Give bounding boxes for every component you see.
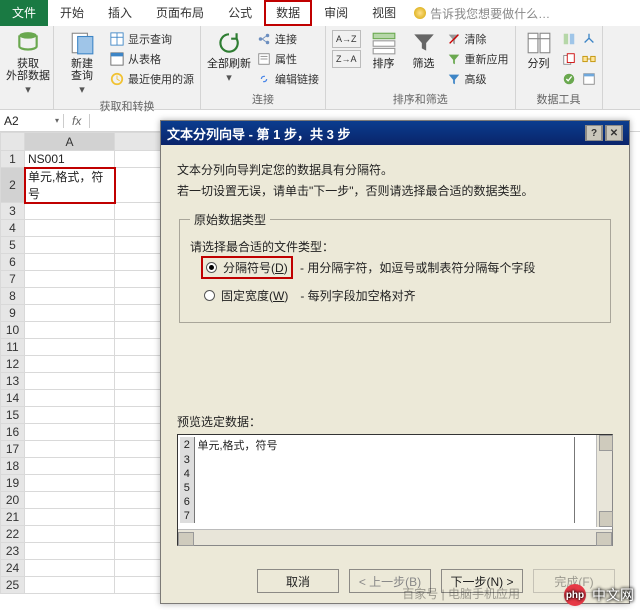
help-button[interactable]: ? — [585, 125, 603, 141]
tab-insert[interactable]: 插入 — [96, 0, 144, 26]
name-box[interactable]: A2▾ — [0, 114, 64, 128]
reapply-icon — [447, 52, 461, 66]
dialog-titlebar[interactable]: 文本分列向导 - 第 1 步，共 3 步 ? ✕ — [161, 121, 629, 145]
wizard-intro-1: 文本分列向导判定您的数据具有分隔符。 — [177, 161, 613, 178]
choose-type-label: 请选择最合适的文件类型： — [190, 238, 600, 255]
flash-fill-button[interactable] — [562, 30, 576, 48]
help-icon: ? — [586, 125, 602, 141]
select-all-corner[interactable] — [1, 133, 25, 151]
radio-icon — [204, 290, 215, 301]
radio-icon — [206, 262, 217, 273]
original-data-type-fieldset: 原始数据类型 请选择最合适的文件类型： 分隔符号(D) - 用分隔字符，如逗号或… — [179, 211, 611, 323]
radio-fixed-width[interactable]: 固定宽度(W) - 每列字段加空格对齐 — [204, 287, 600, 304]
tab-formulas[interactable]: 公式 — [216, 0, 264, 26]
fieldset-legend: 原始数据类型 — [190, 211, 270, 228]
sort-button[interactable]: 排序 — [367, 30, 401, 70]
watermark-secondary: 百家号 | 电脑手机应用 — [402, 585, 520, 602]
group-connections: 连接 — [207, 89, 319, 107]
new-query-button[interactable]: 新建 查询▾ — [60, 30, 104, 96]
remove-dup-button[interactable] — [562, 50, 576, 68]
from-table-button[interactable]: 从表格 — [110, 50, 194, 68]
filter-icon — [411, 30, 437, 56]
preview-scrollbar-vertical[interactable] — [596, 435, 612, 527]
text-to-columns-wizard-dialog: 文本分列向导 - 第 1 步，共 3 步 ? ✕ 文本分列向导判定您的数据具有分… — [160, 120, 630, 604]
fx-icon: fx — [72, 114, 81, 128]
clear-filter-button[interactable]: 清除 — [447, 30, 509, 48]
dropdown-icon: ▾ — [55, 116, 59, 125]
tell-me[interactable]: 告诉我您想要做什么… — [414, 5, 550, 22]
cell-a2[interactable]: 单元,格式，符号 — [25, 168, 115, 203]
group-get-transform: 获取和转换 — [60, 96, 194, 114]
tab-data[interactable]: 数据 — [264, 0, 312, 26]
text-to-columns-icon — [526, 30, 552, 56]
tab-layout[interactable]: 页面布局 — [144, 0, 216, 26]
sort-asc-icon: A→Z — [336, 34, 357, 44]
new-query-icon — [69, 30, 95, 56]
edit-links-button[interactable]: 编辑链接 — [257, 70, 319, 88]
show-queries-button[interactable]: 显示查询 — [110, 30, 194, 48]
get-external-data-button[interactable]: 获取 外部数据▾ — [6, 30, 50, 96]
manage-model-button[interactable] — [582, 70, 596, 88]
close-button[interactable]: ✕ — [605, 125, 623, 141]
database-download-icon — [15, 30, 41, 56]
tab-review[interactable]: 审阅 — [312, 0, 360, 26]
from-table-icon — [110, 52, 124, 66]
validation-icon — [562, 72, 576, 86]
recent-icon — [110, 72, 124, 86]
column-header-a[interactable]: A — [25, 133, 115, 151]
advanced-icon — [447, 72, 461, 86]
tab-view[interactable]: 视图 — [360, 0, 408, 26]
relations-icon — [582, 52, 596, 66]
connections-icon — [257, 32, 271, 46]
flash-fill-icon — [562, 32, 576, 46]
cell-a1[interactable]: NS001 — [25, 151, 115, 168]
recent-sources-button[interactable]: 最近使用的源 — [110, 70, 194, 88]
group-sort-filter: 排序和筛选 — [332, 89, 509, 107]
text-to-columns-button[interactable]: 分列 — [522, 30, 556, 70]
bulb-icon — [414, 7, 426, 19]
properties-button[interactable]: 属性 — [257, 50, 319, 68]
refresh-icon — [216, 30, 242, 56]
php-logo-icon: php — [564, 584, 586, 606]
sort-icon — [371, 30, 397, 56]
advanced-filter-button[interactable]: 高级 — [447, 70, 509, 88]
relationships-button[interactable] — [582, 50, 596, 68]
cancel-button[interactable]: 取消 — [257, 569, 339, 593]
close-icon: ✕ — [606, 125, 622, 141]
row-header-1[interactable]: 1 — [1, 151, 25, 168]
sort-desc-button[interactable]: Z→A — [332, 50, 361, 68]
radio-fixed-desc: - 每列字段加空格对齐 — [300, 287, 415, 304]
reapply-button[interactable]: 重新应用 — [447, 50, 509, 68]
radio-delimited-desc: - 用分隔字符，如逗号或制表符分隔每个字段 — [300, 261, 535, 275]
preview-label: 预览选定数据： — [177, 413, 613, 430]
filter-button[interactable]: 筛选 — [407, 30, 441, 70]
link-icon — [257, 72, 271, 86]
connections-button[interactable]: 连接 — [257, 30, 319, 48]
fx-button[interactable]: fx — [64, 114, 90, 128]
preview-row: 2单元,格式，符号 — [180, 437, 574, 453]
datamodel-icon — [582, 72, 596, 86]
group-data-tools: 数据工具 — [522, 89, 596, 107]
wizard-intro-2: 若一切设置无误，请单击"下一步"，否则请选择最合适的数据类型。 — [177, 182, 613, 199]
consolidate-button[interactable] — [582, 30, 596, 48]
consolidate-icon — [582, 32, 596, 46]
table-icon — [110, 32, 124, 46]
radio-delimited[interactable]: 分隔符号(D) — [204, 259, 290, 276]
tab-home[interactable]: 开始 — [48, 0, 96, 26]
preview-scrollbar-horizontal[interactable] — [178, 529, 612, 545]
ribbon-tabs: 文件 开始 插入 页面布局 公式 数据 审阅 视图 告诉我您想要做什么… — [0, 0, 640, 26]
ribbon: 获取 外部数据▾ 新建 查询▾ 显示查询 从表格 最近使用的源 获取和转换 全部… — [0, 26, 640, 110]
clear-icon — [447, 32, 461, 46]
sort-asc-button[interactable]: A→Z — [332, 30, 361, 48]
tab-file[interactable]: 文件 — [0, 0, 48, 26]
watermark: php 中文网 — [564, 584, 634, 606]
properties-icon — [257, 52, 271, 66]
row-header-2[interactable]: 2 — [1, 168, 25, 203]
refresh-all-button[interactable]: 全部刷新▾ — [207, 30, 251, 84]
sort-desc-icon: Z→A — [336, 54, 357, 64]
data-validation-button[interactable] — [562, 70, 576, 88]
preview-box: 2单元,格式，符号 3 4 5 6 7 — [177, 434, 613, 546]
remove-dup-icon — [562, 52, 576, 66]
dialog-title: 文本分列向导 - 第 1 步，共 3 步 — [167, 124, 350, 143]
